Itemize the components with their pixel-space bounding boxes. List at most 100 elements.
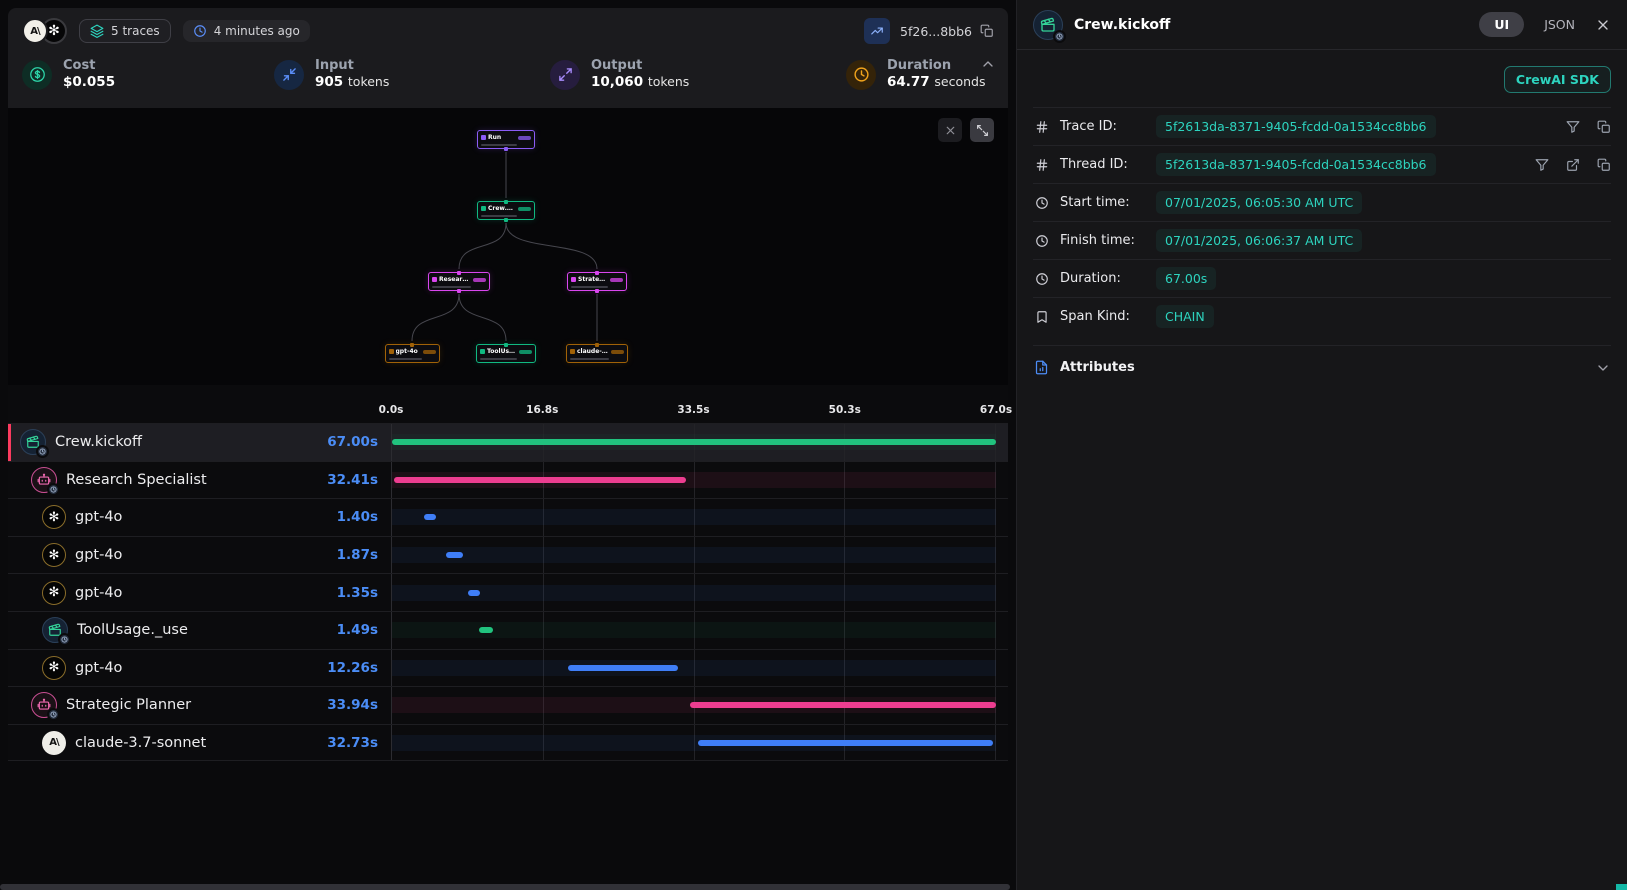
toggle-ui-button[interactable]: UI: [1479, 12, 1524, 37]
node-output-port: [504, 147, 508, 151]
graph-expand-button[interactable]: [970, 118, 994, 142]
node-type-icon: [481, 135, 486, 140]
node-label: gpt-4o: [396, 348, 418, 355]
field-label: Trace ID:: [1060, 119, 1156, 134]
traces-count-badge[interactable]: 5 traces: [79, 19, 171, 43]
stat-label: Cost: [63, 58, 115, 74]
bookmark-icon: [1033, 310, 1050, 324]
external-link-icon[interactable]: [1566, 158, 1580, 172]
trace-metrics-button[interactable]: [864, 18, 890, 44]
span-duration-bar: [424, 514, 437, 520]
field-value: 5f2613da-8371-9405-fcdd-0a1534cc8bb6: [1156, 115, 1436, 138]
hash-icon: [1033, 158, 1050, 172]
field-label: Span Kind:: [1060, 309, 1156, 324]
copy-icon[interactable]: [1597, 158, 1611, 172]
waterfall-row[interactable]: ✻gpt-4o1.35s: [8, 573, 1008, 611]
field-value: CHAIN: [1156, 305, 1214, 328]
trace-main: A\ ✻ 5 traces 4 minutes ago 5f26...8bb6: [0, 0, 1010, 890]
graph-node-crew[interactable]: Crew.kickoff: [477, 201, 535, 220]
graph-node-gpt[interactable]: gpt-4o: [385, 344, 440, 363]
arrows-in-icon: [274, 60, 304, 90]
waterfall-row[interactable]: Crew.kickoff67.00s: [8, 423, 1008, 461]
stat-label: Duration: [887, 58, 986, 74]
stat-value: 905 tokens: [315, 74, 389, 92]
stats-row: Cost $0.055 Input 905 tokens Output 1: [8, 54, 1008, 92]
span-label-cell: A\claude-3.7-sonnet32.73s: [8, 725, 391, 761]
traces-count-label: 5 traces: [111, 24, 160, 38]
filter-icon[interactable]: [1566, 120, 1580, 134]
span-name: gpt-4o: [75, 585, 122, 601]
filter-icon[interactable]: [1535, 158, 1549, 172]
anthropic-logo-icon: A\: [42, 731, 66, 755]
graph-node-research[interactable]: Research Specialist: [428, 272, 490, 291]
field-label: Duration:: [1060, 271, 1156, 286]
panel-close-icon[interactable]: [1595, 17, 1611, 33]
span-name: gpt-4o: [75, 547, 122, 563]
waterfall-row[interactable]: ✻gpt-4o1.87s: [8, 536, 1008, 574]
crew-avatar: [42, 617, 68, 643]
panel-scrollbar-thumb[interactable]: [1616, 884, 1627, 890]
node-label: Strategic Planner: [578, 276, 608, 283]
clock-icon: [1035, 234, 1049, 248]
graph-close-button[interactable]: [938, 118, 962, 142]
waterfall-timeline: 0.0s16.8s33.5s50.3s67.0s Crew.kickoff67.…: [8, 385, 1008, 761]
agent-avatar: [31, 467, 57, 493]
stat-duration: Duration 64.77 seconds: [846, 58, 986, 92]
external-link-icon: [1566, 158, 1580, 172]
node-input-port: [457, 271, 461, 275]
hash-icon: [1033, 120, 1050, 134]
clock-sub-badge-icon: [47, 483, 60, 496]
node-label: Run: [488, 134, 501, 141]
main-horizontal-scrollbar[interactable]: [0, 884, 1010, 890]
attributes-section-toggle[interactable]: Attributes: [1033, 345, 1611, 389]
toggle-json-button[interactable]: JSON: [1544, 17, 1575, 32]
node-input-port: [595, 271, 599, 275]
axis-tick-label: 50.3s: [829, 404, 861, 416]
stat-label: Output: [591, 58, 689, 74]
clock-icon: [61, 636, 68, 643]
field-label: Finish time:: [1060, 233, 1156, 248]
copy-icon[interactable]: [1597, 120, 1611, 134]
copy-trace-id-icon[interactable]: [980, 24, 994, 38]
detail-field-row: Start time:07/01/2025, 06:05:30 AM UTC: [1033, 183, 1611, 221]
time-ago-label: 4 minutes ago: [214, 24, 300, 38]
waterfall-row[interactable]: ✻gpt-4o1.40s: [8, 498, 1008, 536]
node-badge: [518, 207, 531, 211]
node-output-port: [595, 289, 599, 293]
stat-value: 10,060 tokens: [591, 74, 689, 92]
span-duration-bar: [394, 477, 686, 483]
graph-node-strategic[interactable]: Strategic Planner: [567, 272, 627, 291]
waterfall-row[interactable]: Strategic Planner33.94s: [8, 686, 1008, 724]
span-duration-bar: [479, 627, 492, 633]
waterfall-row[interactable]: ✻gpt-4o12.26s: [8, 649, 1008, 687]
waterfall-row[interactable]: A\claude-3.7-sonnet32.73s: [8, 724, 1008, 762]
stat-input: Input 905 tokens: [274, 58, 550, 92]
span-name: ToolUsage._use: [77, 622, 188, 638]
waterfall-row[interactable]: ToolUsage._use 1.49s: [8, 611, 1008, 649]
graph-node-claude[interactable]: claude-3.7-sonnet: [566, 344, 628, 363]
app-root: A\ ✻ 5 traces 4 minutes ago 5f26...8bb6: [0, 0, 1627, 890]
span-duration: 1.49s: [337, 622, 378, 638]
waterfall-row[interactable]: Research Specialist32.41s: [8, 461, 1008, 499]
node-type-icon: [389, 349, 394, 354]
node-badge: [519, 350, 532, 354]
graph-node-run[interactable]: Run: [477, 130, 535, 149]
node-input-port: [504, 343, 508, 347]
clock-icon: [193, 24, 207, 38]
stat-value: $0.055: [63, 74, 115, 92]
span-duration-bar: [392, 439, 996, 445]
graph-node-tool[interactable]: ToolUsage._use: [476, 344, 536, 363]
collapse-stats-chevron-icon[interactable]: [980, 56, 996, 76]
span-name: gpt-4o: [75, 509, 122, 525]
span-label-cell: Crew.kickoff67.00s: [8, 424, 391, 461]
stat-label: Input: [315, 58, 389, 74]
field-value: 67.00s: [1156, 267, 1216, 290]
span-name: Research Specialist: [66, 472, 207, 488]
span-bar-track: [391, 424, 996, 461]
node-type-icon: [432, 277, 437, 282]
axis-tick-label: 33.5s: [677, 404, 709, 416]
span-bar-track: [391, 725, 996, 761]
node-subtext: [571, 286, 608, 289]
chevron-down-icon: [1595, 360, 1611, 376]
stat-value: 64.77 seconds: [887, 74, 986, 92]
